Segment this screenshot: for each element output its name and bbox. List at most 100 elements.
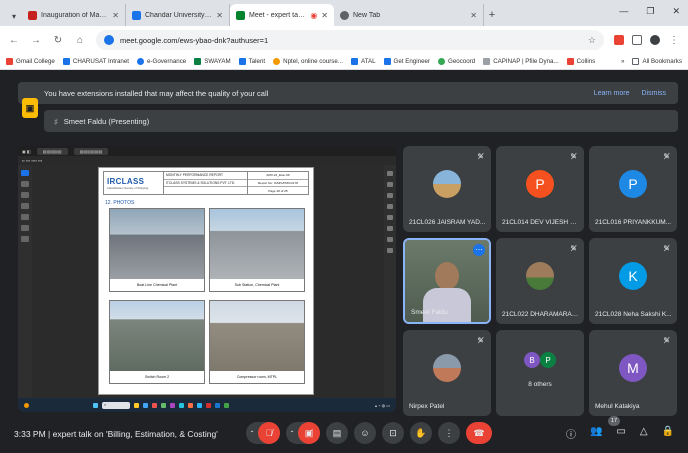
report-header-cell: ITCLASS SYSTEMS & SOLUTIONS PVT. LTD.	[164, 180, 247, 188]
bookmark-item[interactable]: Geocoord	[438, 58, 475, 65]
bookmark-item[interactable]: Nptel, online course...	[273, 58, 343, 65]
raise-hand-button[interactable]: ✋	[410, 422, 432, 444]
bookmark-favicon	[6, 58, 13, 65]
logo-text-accent: CLASS	[115, 176, 145, 186]
bookmark-item[interactable]: CAPINAP | Pfile Dyna...	[483, 58, 559, 65]
pin-icon[interactable]: ♯	[54, 117, 58, 126]
browser-tab-4[interactable]: New Tab ✕	[334, 4, 484, 26]
participant-tile[interactable]: ✎̸ Nirpex Patel	[403, 330, 491, 416]
people-count-badge: 17	[608, 416, 620, 426]
leave-call-button[interactable]: ☎	[466, 422, 492, 444]
participant-tile[interactable]: ✎̸ 21CL026 JAISRAM YAD...	[403, 146, 491, 232]
irclass-logo: IRCLASS Classification Society of Shippi…	[104, 172, 164, 194]
participant-tile[interactable]: ✎̸ P 21CL014 DEV VIJESH PA...	[496, 146, 584, 232]
site-info-icon[interactable]	[104, 35, 114, 45]
bookmark-item[interactable]: ATAL	[350, 58, 376, 65]
browser-tab-3[interactable]: Meet - expert talk on 'Billi ◉ ✕	[230, 4, 334, 26]
participant-name: 21CL016 PRIYANKKUM...	[595, 219, 672, 226]
extension-puzzle-icon[interactable]	[632, 35, 642, 45]
tab-title: New Tab	[353, 11, 381, 19]
mic-muted-icon: ✎̸	[663, 244, 670, 253]
present-screen-button[interactable]: ⊡	[382, 422, 404, 444]
taskbar-app-icon	[188, 402, 193, 408]
bookmark-item[interactable]: Gmail College	[6, 58, 55, 65]
participant-avatar: B	[524, 352, 540, 368]
back-icon[interactable]: ←	[8, 35, 20, 46]
close-icon[interactable]: ✕	[112, 11, 119, 20]
others-tile[interactable]: B P 8 others	[496, 330, 584, 416]
learn-more-link[interactable]: Learn more	[594, 90, 630, 97]
shared-tab: ▤▤▤▤▤	[36, 147, 68, 155]
people-icon[interactable]: 👥	[590, 426, 602, 441]
tool-icon	[21, 192, 29, 198]
extension-icon[interactable]	[614, 35, 624, 45]
close-icon[interactable]: ✕	[470, 11, 477, 20]
all-bookmarks-button[interactable]: All Bookmarks	[632, 58, 682, 65]
meeting-details-icon[interactable]: ⓘ	[566, 426, 576, 441]
camera-options-icon[interactable]: ⌃	[286, 422, 298, 444]
more-options-button[interactable]: ⋮	[438, 422, 460, 444]
profile-avatar-icon[interactable]	[650, 35, 660, 45]
more-options-icon[interactable]: ⋯	[473, 244, 485, 256]
presenter-banner: ♯ Smeet Faldu (Presenting)	[44, 110, 678, 132]
photo-caption: Boat Line Chemical Plant	[110, 279, 204, 291]
url-input[interactable]: meet.google.com/ews-ybao-dnk?authuser=1 …	[96, 30, 604, 50]
participant-tile[interactable]: ✎̸ P 21CL016 PRIYANKKUM...	[589, 146, 677, 232]
participant-name: 21CL028 Neha Sakshi K...	[595, 311, 672, 318]
close-icon[interactable]: ✕	[321, 11, 328, 20]
shared-menu-item: ▪▪ ▪▪▪ ▪▪▪▪ ▪▪▪	[22, 158, 43, 163]
report-header-right: APR-23_Elon-06 Report No: ISSPL/PMC/2178…	[248, 172, 308, 194]
activities-icon[interactable]: △	[640, 426, 648, 441]
participant-tile[interactable]: ✎̸ 21CL022 DHARAMARAJ...	[496, 238, 584, 324]
browser-menu-icon[interactable]: ⋮	[668, 35, 680, 46]
photo-caption: Compressor room, MTPL	[210, 371, 304, 383]
minimize-icon[interactable]: —	[619, 6, 628, 17]
bookmarks-overflow-icon[interactable]: »	[621, 58, 624, 65]
recording-icon: ◉	[310, 10, 318, 20]
participant-name: 21CL014 DEV VIJESH PA...	[502, 219, 580, 226]
participant-name: 21CL022 DHARAMARAJ...	[502, 311, 580, 318]
shared-screen[interactable]: ▣ ◧ ▤▤▤▤▤ ▤▤▤▤▤▤ ▪▪ ▪▪▪ ▪▪▪▪ ▪▪▪ IRCLASS…	[18, 146, 396, 412]
close-icon[interactable]: ✕	[216, 11, 223, 20]
bookmark-star-icon[interactable]: ☆	[588, 35, 596, 46]
report-header-cell: APR-23_Elon-06	[248, 172, 308, 180]
tool-icon	[387, 215, 393, 220]
host-controls-icon[interactable]: 🔒	[662, 426, 674, 441]
folder-icon	[632, 58, 640, 65]
tab-favicon	[132, 10, 141, 20]
new-tab-button[interactable]: +	[484, 4, 500, 26]
system-tray-icon: ▴ ◔ ◍ ▭	[374, 402, 390, 408]
mic-muted-icon: ✎̸	[570, 244, 577, 253]
participant-tile-active-speaker[interactable]: ⋯ Smeet Faldu	[403, 238, 491, 324]
weather-icon	[24, 402, 29, 408]
mic-off-button[interactable]: 🎙̸	[258, 422, 280, 444]
report-header-cell: MONTHLY PERFORMANCE REPORT	[164, 172, 247, 180]
dismiss-button[interactable]: Dismiss	[642, 90, 667, 97]
maximize-icon[interactable]: ❐	[646, 6, 654, 17]
bookmark-item[interactable]: SWAYAM	[194, 58, 231, 65]
browser-tab-1[interactable]: Inauguration of Mathematographi ✕	[22, 4, 126, 26]
reload-icon[interactable]: ↻	[52, 35, 64, 46]
bookmark-item[interactable]: Talent	[238, 58, 265, 65]
chat-icon[interactable]: ▭	[616, 426, 625, 441]
bookmark-item[interactable]: CHARUSAT Intranet	[62, 58, 129, 65]
tab-search-icon[interactable]: ▾	[6, 6, 22, 26]
bookmark-item[interactable]: Get Engineer	[383, 58, 430, 65]
captions-button[interactable]: ▤	[326, 422, 348, 444]
emoji-reaction-button[interactable]: ☺	[354, 422, 376, 444]
close-window-icon[interactable]: ✕	[672, 6, 680, 17]
participant-tile[interactable]: ✎̸ K 21CL028 Neha Sakshi K...	[589, 238, 677, 324]
report-header-middle: MONTHLY PERFORMANCE REPORT ITCLASS SYSTE…	[164, 172, 248, 194]
forward-icon[interactable]: →	[30, 35, 42, 46]
camera-off-button[interactable]: ▣̸	[298, 422, 320, 444]
home-icon[interactable]: ⌂	[74, 35, 86, 46]
bookmark-favicon	[137, 58, 145, 65]
browser-tab-2[interactable]: Chandar University of Science | ✕	[126, 4, 230, 26]
mic-options-icon[interactable]: ⌃	[246, 422, 258, 444]
address-bar-row: ← → ↻ ⌂ meet.google.com/ews-ybao-dnk?aut…	[0, 26, 688, 54]
bookmark-item[interactable]: Collins	[566, 58, 595, 65]
photo-image	[210, 209, 304, 281]
logo-subtitle: Classification Society of Shipping	[107, 185, 149, 190]
participant-tile[interactable]: ✎̸ M Mehul Katakiya	[589, 330, 677, 416]
bookmark-item[interactable]: e-Governance	[137, 58, 186, 65]
